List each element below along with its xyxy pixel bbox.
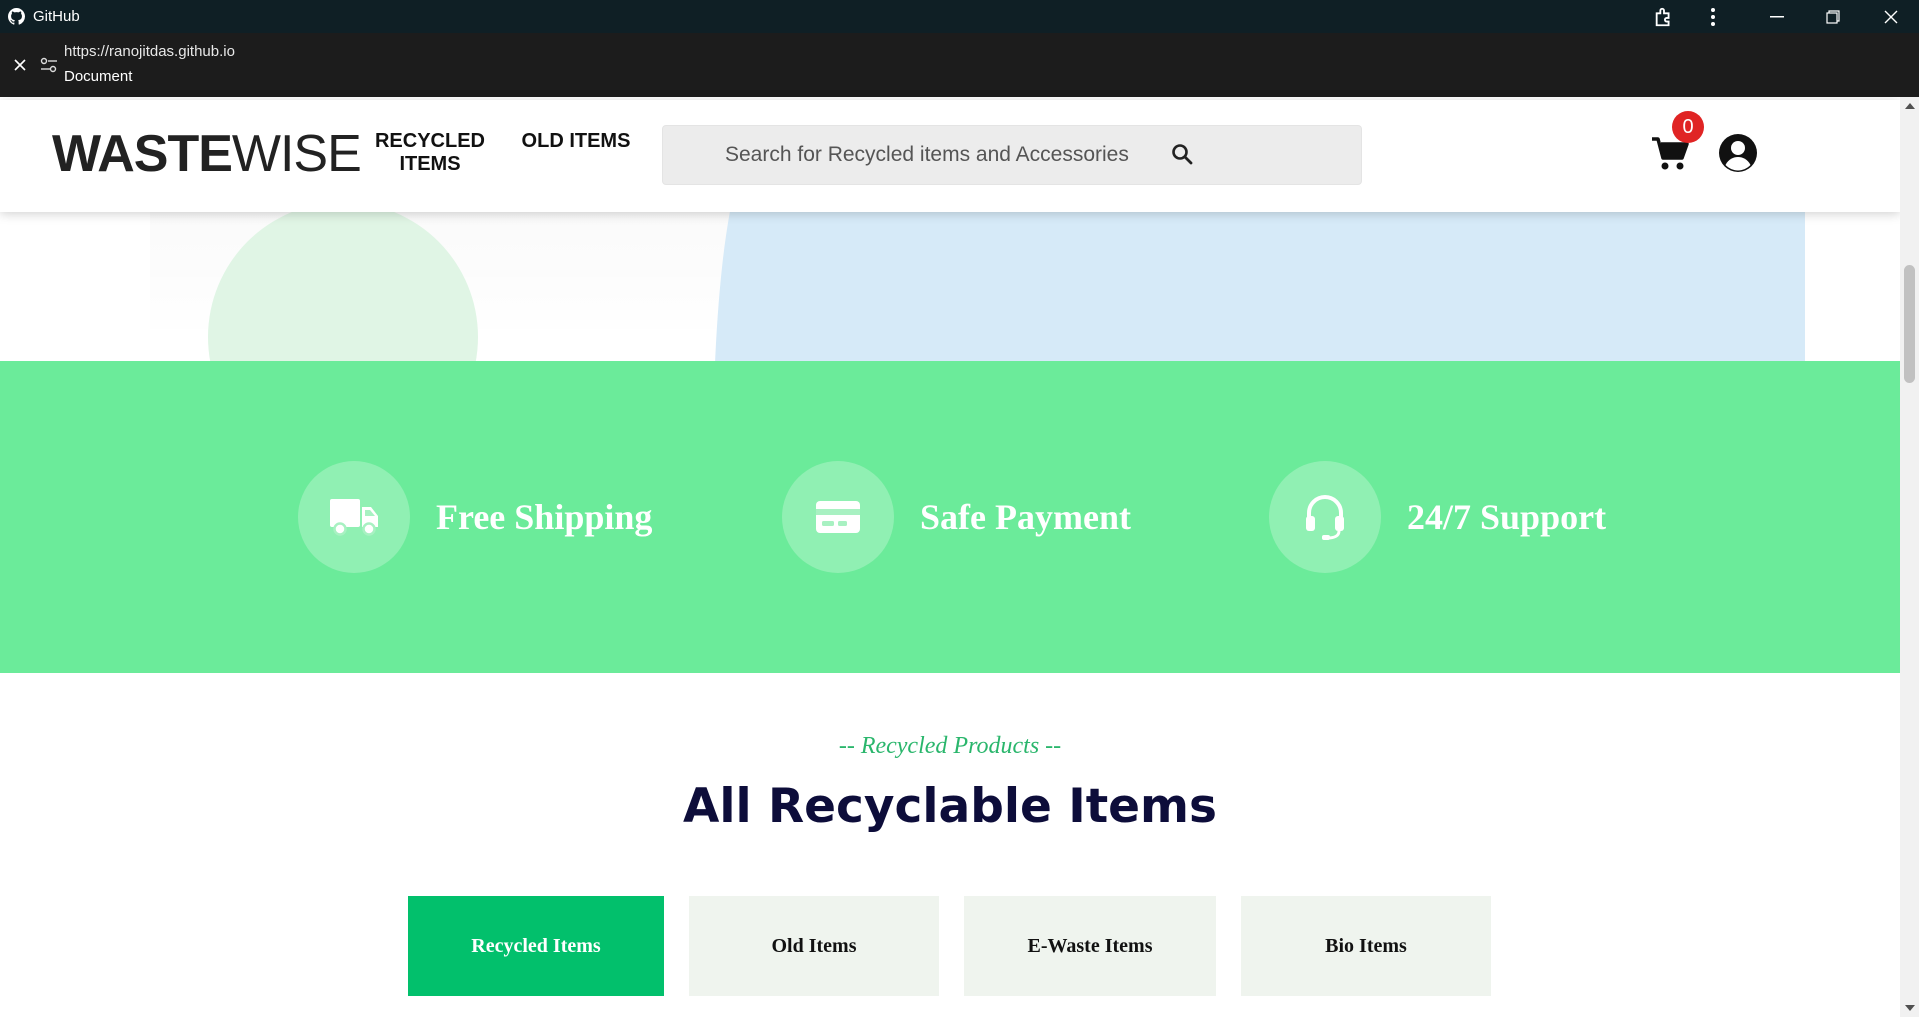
site-header: WASTEWISE RECYCLED ITEMS OLD ITEMS 0 <box>0 100 1900 212</box>
search-input[interactable] <box>725 126 1305 184</box>
github-icon <box>8 8 25 25</box>
tab-e-waste-items[interactable]: E-Waste Items <box>964 896 1216 996</box>
tab-label: Old Items <box>771 934 857 957</box>
browser-addressbar: https://ranojitdas.github.io Document <box>0 33 1919 97</box>
browser-titlebar: GitHub <box>0 0 1919 33</box>
close-window-icon[interactable] <box>1868 0 1914 33</box>
url-text[interactable]: https://ranojitdas.github.io <box>64 43 235 60</box>
restore-icon[interactable] <box>1810 0 1856 33</box>
section-title: All Recyclable Items <box>683 779 1217 834</box>
search-bar <box>662 125 1362 185</box>
logo-light: WISE <box>231 125 362 183</box>
features-band: Free Shipping Safe Payment 24/7 Support <box>0 361 1900 673</box>
feature-icon-circle <box>782 461 894 573</box>
tab-bio-items[interactable]: Bio Items <box>1241 896 1491 996</box>
feature-icon-circle <box>1269 461 1381 573</box>
site-settings-icon[interactable] <box>40 55 58 75</box>
nav-label-line1: OLD ITEMS <box>521 130 631 152</box>
headset-icon <box>1306 495 1344 540</box>
extensions-icon[interactable] <box>1641 0 1687 33</box>
credit-card-icon <box>816 501 860 533</box>
nav-recycled-items[interactable]: RECYCLED ITEMS <box>372 130 488 176</box>
logo-bold: WASTE <box>52 125 233 183</box>
feature-label: Safe Payment <box>920 497 1131 537</box>
tab-label: E-Waste Items <box>1027 934 1153 957</box>
scroll-up-icon[interactable] <box>1905 103 1915 109</box>
user-account-icon[interactable] <box>1718 133 1758 173</box>
minimize-icon[interactable] <box>1754 0 1800 33</box>
nav-old-items[interactable]: OLD ITEMS <box>520 130 632 153</box>
nav-label-line1: RECYCLED <box>374 130 485 152</box>
page-viewport: WASTEWISE RECYCLED ITEMS OLD ITEMS 0 Fre… <box>0 97 1900 1017</box>
feature-support: 24/7 Support <box>1269 461 1606 573</box>
tab-label: Bio Items <box>1325 934 1407 957</box>
feature-icon-circle <box>298 461 410 573</box>
nav-label-line2: ITEMS <box>399 153 461 175</box>
tab-old-items[interactable]: Old Items <box>689 896 939 996</box>
section-subtitle: -- Recycled Products -- <box>838 733 1062 759</box>
page-scrollbar[interactable] <box>1900 97 1919 1017</box>
cart-count-badge: 0 <box>1672 111 1704 143</box>
scroll-down-icon[interactable] <box>1905 1005 1915 1011</box>
logo[interactable]: WASTEWISE <box>52 125 362 183</box>
tab-label: Recycled Items <box>471 934 601 957</box>
search-icon[interactable] <box>1170 142 1194 166</box>
feature-free-shipping: Free Shipping <box>298 461 652 573</box>
scrollbar-thumb[interactable] <box>1904 265 1915 383</box>
more-menu-icon[interactable] <box>1690 0 1736 33</box>
feature-label: Free Shipping <box>436 497 653 537</box>
feature-label: 24/7 Support <box>1407 497 1607 537</box>
close-icon[interactable] <box>10 55 30 75</box>
app-name: GitHub <box>33 8 80 25</box>
truck-icon <box>330 499 378 536</box>
tab-recycled-items[interactable]: Recycled Items <box>408 896 664 996</box>
document-title: Document <box>64 68 133 85</box>
feature-safe-payment: Safe Payment <box>782 461 1131 573</box>
